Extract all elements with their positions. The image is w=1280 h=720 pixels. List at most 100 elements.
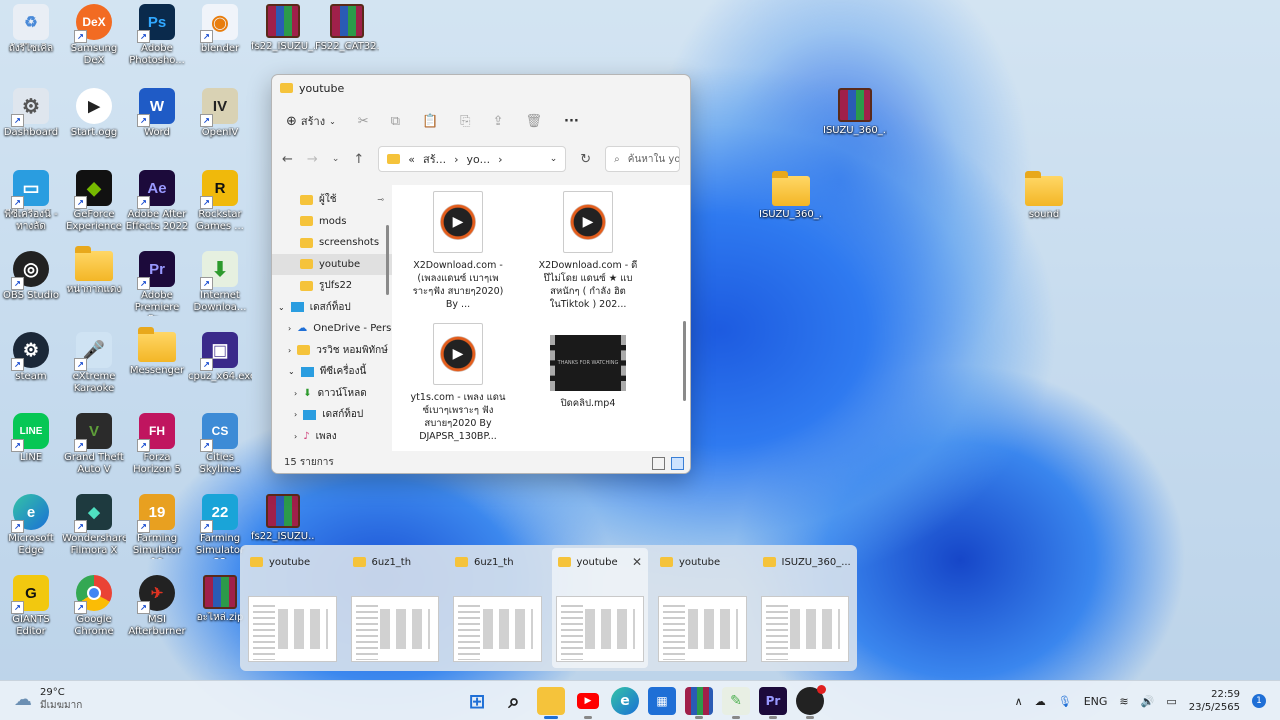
premiere-icon[interactable]: Pr: [759, 687, 787, 719]
close-icon[interactable]: ✕: [632, 555, 642, 569]
forza-shortcut[interactable]: FH Forza Horizon 5: [126, 413, 188, 476]
breadcrumb-segment-1[interactable]: สร้...: [423, 150, 446, 168]
line-shortcut[interactable]: LINE LINE: [0, 413, 62, 464]
file-explorer-icon[interactable]: [537, 687, 565, 719]
geforce-shortcut[interactable]: ◆ GeForce Experience: [63, 170, 125, 233]
chevron-up-icon[interactable]: ∧: [1015, 695, 1023, 708]
msi-afterburner-shortcut[interactable]: ✈ MSI Afterburner: [126, 575, 188, 638]
fs22-isuzu-archive[interactable]: fs22_ISUZU_...: [251, 4, 315, 53]
collapsed-chevron-icon[interactable]: ›: [288, 324, 291, 333]
edge-shortcut[interactable]: e Microsoft Edge: [0, 494, 62, 557]
cut-icon[interactable]: ✂: [358, 114, 369, 129]
clock[interactable]: 22:59 23/5/2565: [1189, 688, 1240, 714]
rockstar-shortcut[interactable]: R Rockstar Games ...: [189, 170, 251, 233]
nav-item-fs22-pictures[interactable]: รูปfs22: [272, 275, 392, 297]
switcher-window-active[interactable]: youtube ✕: [551, 548, 648, 668]
chrome-shortcut[interactable]: Google Chrome: [63, 575, 125, 638]
switcher-window[interactable]: ISUZU_360_...: [757, 548, 854, 668]
switcher-window[interactable]: 6uz1_th: [347, 548, 444, 668]
isuzu-360-folder[interactable]: ISUZU_360_...: [759, 171, 823, 221]
cpuz-shortcut[interactable]: ▣ cpuz_x64.exe: [188, 332, 252, 383]
file-item[interactable]: ▶ X2Download.com - (เพลงแดนซ์ เบาๆเพราะๆ…: [408, 191, 508, 311]
more-options-button[interactable]: ···: [564, 114, 579, 129]
nav-item-user[interactable]: ผู้ใช้ ⊸: [272, 189, 392, 211]
cities-skylines-shortcut[interactable]: CS Cities Skylines: [189, 413, 251, 476]
microphone-icon[interactable]: 🎙: [1058, 695, 1072, 708]
switcher-window[interactable]: youtube: [244, 548, 341, 668]
nav-item-downloads[interactable]: › ⬇ ดาวน์โหลด: [272, 383, 392, 405]
new-button[interactable]: ⊕ สร้าง ⌄: [286, 112, 336, 130]
cloud-icon[interactable]: ☁: [1035, 695, 1046, 708]
file-item[interactable]: ▶ yt1s.com - เพลง แดนซ์เบาๆเพราะๆ ฟังสบา…: [408, 323, 508, 443]
karaoke-shortcut[interactable]: 🎤 eXtreme Karaoke: [63, 332, 125, 395]
youtube-icon[interactable]: ▶: [574, 687, 602, 719]
expanded-chevron-icon[interactable]: ⌄: [288, 367, 295, 376]
dashboard-shortcut[interactable]: ⚙ Dashboard: [0, 88, 62, 139]
openiv-shortcut[interactable]: IV OpenIV: [189, 88, 251, 139]
address-dropdown-icon[interactable]: ⌄: [550, 154, 558, 164]
recent-chevron-icon[interactable]: ⌄: [332, 154, 340, 164]
refresh-icon[interactable]: ↻: [580, 152, 591, 167]
notification-badge[interactable]: 1: [1252, 694, 1266, 708]
up-arrow-icon[interactable]: ↑: [353, 152, 364, 167]
nav-item-desktop-2[interactable]: › เดสก์ท็อป: [272, 404, 392, 426]
large-icons-view-icon[interactable]: [671, 457, 684, 470]
steam-shortcut[interactable]: ⚙ steam: [0, 332, 62, 383]
folder-red-mask[interactable]: หน่ากากแดง: [63, 246, 125, 296]
obs-icon[interactable]: [796, 685, 826, 719]
nav-item-youtube[interactable]: youtube: [272, 253, 392, 275]
gta5-shortcut[interactable]: V Grand Theft Auto V: [63, 413, 125, 476]
file-item[interactable]: ▶ X2Download.com - ดีป๊ไม่โดย แดนซ์ ★ แบ…: [538, 191, 638, 311]
window-titlebar[interactable]: youtube: [272, 75, 690, 101]
expanded-chevron-icon[interactable]: ⌄: [278, 303, 285, 312]
back-arrow-icon[interactable]: ←: [282, 152, 293, 167]
battery-icon[interactable]: ▭: [1166, 695, 1176, 708]
winrar-icon[interactable]: [685, 687, 713, 719]
word-shortcut[interactable]: W Word: [126, 88, 188, 139]
notepad-icon[interactable]: ✎: [722, 687, 750, 719]
store-icon[interactable]: ▦: [648, 687, 676, 715]
delete-icon[interactable]: 🗑: [525, 114, 542, 129]
after-effects-shortcut[interactable]: Ae Adobe After Effects 2022: [126, 170, 188, 233]
collapsed-chevron-icon[interactable]: ›: [288, 346, 291, 355]
sound-folder[interactable]: sound: [1013, 171, 1075, 221]
rename-icon[interactable]: ⎘: [460, 114, 470, 129]
language-indicator[interactable]: ENG: [1084, 695, 1108, 708]
file-item[interactable]: THANKS FOR WATCHING ปิดคลิป.mp4: [538, 335, 638, 410]
switcher-window[interactable]: youtube: [654, 548, 751, 668]
folder-messenger[interactable]: Messenger: [126, 327, 188, 377]
nav-item-screenshots[interactable]: screenshots: [272, 232, 392, 254]
search-box[interactable]: ⌕ ค้นหาใน youtube: [605, 146, 680, 172]
paste-icon[interactable]: 📋: [422, 114, 438, 129]
idm-shortcut[interactable]: ⬇ Internet Downloa...: [189, 251, 251, 314]
this-pc-shortcut[interactable]: ▭ พีซีเครื่องนี้ - ทางลัด: [0, 170, 62, 233]
nav-item-desktop[interactable]: ⌄ เดสก์ท็อป: [272, 297, 392, 319]
start-ogg-file[interactable]: ▶ Start.ogg: [63, 88, 125, 139]
nav-item-this-pc[interactable]: ⌄ พีซีเครื่องนี้: [272, 361, 392, 383]
premiere-shortcut[interactable]: Pr Adobe Premiere Pr...: [126, 251, 188, 316]
samsung-dex-shortcut[interactable]: DeX Samsung DeX: [63, 4, 125, 67]
breadcrumb-segment-2[interactable]: yo...: [467, 153, 491, 166]
edge-icon[interactable]: e: [611, 687, 639, 715]
nav-item-onedrive[interactable]: › ☁ OneDrive - Perso: [272, 318, 392, 340]
collapsed-chevron-icon[interactable]: ›: [294, 410, 297, 419]
weather-widget[interactable]: ☁ 29°C มีเมฆมาก: [14, 686, 82, 712]
fs22-isuzu-archive-2[interactable]: fs22_ISUZU...: [251, 494, 315, 543]
fs19-shortcut[interactable]: 19 Farming Simulator 19: [126, 494, 188, 559]
collapsed-chevron-icon[interactable]: ›: [294, 432, 297, 441]
forward-arrow-icon[interactable]: →: [307, 152, 318, 167]
wifi-icon[interactable]: ≋: [1119, 695, 1128, 708]
nav-item-mods[interactable]: mods: [272, 211, 392, 233]
isuzu-360-archive[interactable]: ISUZU_360_...: [823, 88, 887, 137]
nav-scrollbar[interactable]: [386, 225, 389, 295]
share-icon[interactable]: ⇪: [493, 114, 504, 129]
path-overflow[interactable]: «: [408, 153, 415, 166]
switcher-window[interactable]: 6uz1_th: [449, 548, 546, 668]
fs22-cat-archive[interactable]: FS22_CAT32...: [315, 4, 379, 53]
file-explorer-window[interactable]: youtube ⊕ สร้าง ⌄ ✂ ⧉ 📋 ⎘ ⇪ 🗑 ··· ← → ⌄ …: [271, 74, 691, 474]
blender-shortcut[interactable]: ◉ blender: [189, 4, 251, 55]
nav-item-user-folder[interactable]: › วรวิช หอมพิทักษ์: [272, 340, 392, 362]
nav-item-music[interactable]: › ♪ เพลง: [272, 426, 392, 448]
copy-icon[interactable]: ⧉: [391, 114, 400, 129]
collapsed-chevron-icon[interactable]: ›: [294, 389, 297, 398]
